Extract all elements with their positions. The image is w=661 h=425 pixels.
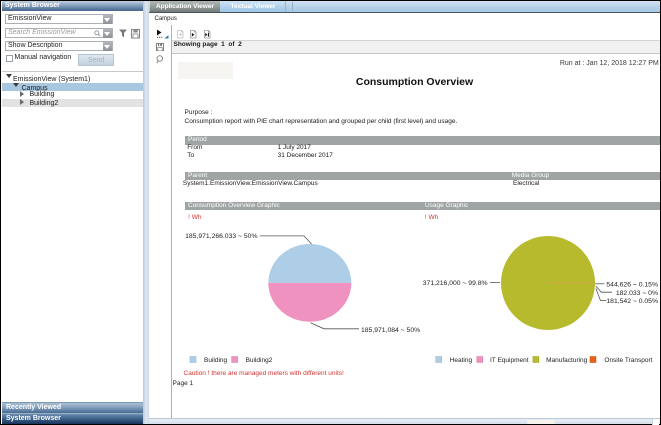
svg-text:Manufacturing: Manufacturing — [546, 357, 588, 364]
svg-text:185,971,084 ~ 50%: 185,971,084 ~ 50% — [361, 327, 420, 334]
svg-text:Building2: Building2 — [246, 357, 273, 364]
svg-text:371,216,000 ~ 99.8%: 371,216,000 ~ 99.8% — [423, 280, 488, 287]
svg-text:Onsite Transport: Onsite Transport — [604, 357, 652, 364]
svg-text:Heating: Heating — [450, 357, 473, 364]
svg-text:182.033 ~ 0%: 182.033 ~ 0% — [616, 290, 658, 297]
svg-text:185,971,266.033 ~ 50%: 185,971,266.033 ~ 50% — [185, 233, 257, 240]
svg-text:Building: Building — [204, 357, 228, 364]
svg-text:IT Equipment: IT Equipment — [490, 357, 529, 364]
svg-text:544,626 ~ 0.15%: 544,626 ~ 0.15% — [606, 281, 658, 288]
svg-text:181,542 ~ 0.05%: 181,542 ~ 0.05% — [606, 298, 658, 305]
